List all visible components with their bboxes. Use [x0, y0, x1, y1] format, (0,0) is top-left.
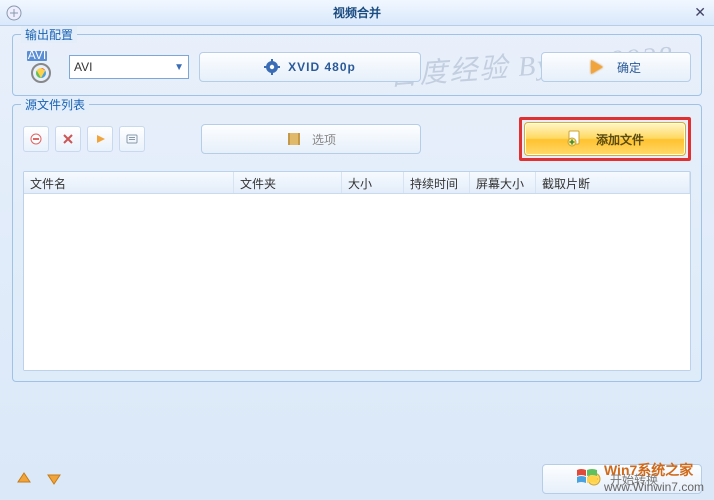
- window-title: 视频合并: [0, 4, 714, 21]
- remove-button[interactable]: [23, 126, 49, 152]
- grid-body[interactable]: [24, 194, 690, 370]
- col-duration[interactable]: 持续时间: [404, 172, 470, 193]
- media-icon: [586, 471, 602, 487]
- resolution-button[interactable]: XVID 480p: [199, 52, 421, 82]
- source-legend: 源文件列表: [21, 96, 89, 113]
- delete-button[interactable]: [55, 126, 81, 152]
- format-dropdown[interactable]: AVI ▼: [69, 55, 189, 79]
- add-file-highlight: 添加文件: [519, 117, 691, 161]
- options-button[interactable]: 选项: [201, 124, 421, 154]
- add-file-icon: [566, 130, 584, 148]
- options-label: 选项: [312, 131, 336, 148]
- play-icon: [591, 60, 603, 74]
- grid-header: 文件名 文件夹 大小 持续时间 屏幕大小 截取片断: [24, 172, 690, 194]
- start-label: 开始转换: [610, 471, 658, 488]
- bottom-bar: 开始转换: [12, 464, 702, 494]
- chevron-down-icon: ▼: [174, 62, 184, 73]
- col-clip[interactable]: 截取片断: [536, 172, 690, 193]
- format-value: AVI: [74, 60, 92, 74]
- add-file-button[interactable]: 添加文件: [524, 122, 686, 156]
- gear-icon: [264, 59, 280, 75]
- film-icon: [286, 131, 302, 147]
- titlebar: 视频合并 ✕: [0, 0, 714, 26]
- confirm-button[interactable]: 确定: [541, 52, 691, 82]
- resolution-label: XVID 480p: [288, 60, 356, 74]
- col-screensize[interactable]: 屏幕大小: [470, 172, 536, 193]
- start-convert-button[interactable]: 开始转换: [542, 464, 702, 494]
- output-legend: 输出配置: [21, 26, 77, 43]
- move-down-button[interactable]: [42, 467, 66, 491]
- play-preview-button[interactable]: [87, 126, 113, 152]
- move-up-button[interactable]: [12, 467, 36, 491]
- info-button[interactable]: [119, 126, 145, 152]
- close-icon[interactable]: ✕: [694, 4, 706, 21]
- col-filename[interactable]: 文件名: [24, 172, 234, 193]
- file-grid: 文件名 文件夹 大小 持续时间 屏幕大小 截取片断: [23, 171, 691, 371]
- output-config-group: 输出配置 AVI AVI ▼ XVID 480p 确定: [12, 34, 702, 96]
- source-toolbar: 选项 添加文件: [23, 117, 691, 161]
- col-folder[interactable]: 文件夹: [234, 172, 342, 193]
- add-file-label: 添加文件: [596, 131, 644, 148]
- format-icon: AVI: [23, 49, 59, 85]
- col-size[interactable]: 大小: [342, 172, 404, 193]
- svg-text:AVI: AVI: [28, 49, 46, 62]
- confirm-label: 确定: [617, 59, 641, 76]
- source-files-group: 源文件列表 选项 添加文件: [12, 104, 702, 382]
